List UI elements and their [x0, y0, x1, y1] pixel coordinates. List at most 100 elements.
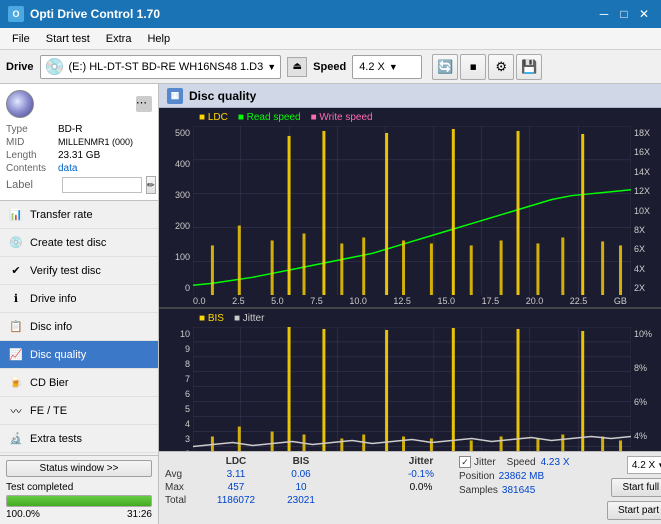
y-right-14x: 14X	[634, 167, 661, 177]
max-label: Max	[165, 482, 201, 493]
avg-jitter: -0.1%	[391, 469, 451, 480]
menu-bar: File Start test Extra Help	[0, 28, 661, 50]
top-chart-svg-area	[193, 126, 631, 295]
position-label: Position	[459, 471, 495, 482]
y-right-2x: 2X	[634, 283, 661, 293]
speed-value: 4.2 X	[359, 61, 385, 73]
sidebar: ⋯ Type BD-R MID MILLENMR1 (000) Length 2…	[0, 84, 159, 524]
jitter-checkbox[interactable]: ✓	[459, 456, 471, 468]
status-area: Status window >> Test completed 100.0% 3…	[0, 455, 158, 524]
stats-row-max: Max 457 10 0.0%	[165, 482, 451, 493]
menu-help[interactable]: Help	[139, 31, 178, 47]
stats-right-controls: 4.2 X ▼ Start full Start part	[607, 456, 661, 520]
disc-quality-icon: 📈	[8, 347, 24, 363]
status-window-button[interactable]: Status window >>	[6, 460, 152, 477]
create-test-disc-icon: 💿	[8, 235, 24, 251]
y-right-4x: 4X	[634, 264, 661, 274]
total-ldc: 1186072	[201, 495, 271, 506]
sidebar-item-extra-tests[interactable]: 🔬 Extra tests	[0, 425, 158, 453]
y-label-500: 500	[159, 128, 190, 138]
y-label-300: 300	[159, 190, 190, 200]
refresh-button[interactable]: 🔄	[432, 54, 458, 80]
col-header-ldc: LDC	[201, 456, 271, 467]
stats-table: LDC BIS Jitter Avg 3.11 0.06 -0.1% Max 4…	[165, 456, 451, 506]
menu-start-test[interactable]: Start test	[38, 31, 98, 47]
drive-selector[interactable]: 💿 (E:) HL-DT-ST BD-RE WH16NS48 1.D3 ▼	[40, 55, 282, 79]
nav-menu: 📊 Transfer rate 💿 Create test disc ✔ Ver…	[0, 201, 158, 455]
dropdown-arrow: ▼	[267, 62, 276, 72]
disc-info-icon: 📋	[8, 319, 24, 335]
legend-write-speed: ■ Write speed	[311, 112, 373, 123]
type-value: BD-R	[58, 124, 82, 135]
speed-dropdown-value: 4.2 X	[632, 460, 655, 471]
maximize-button[interactable]: □	[615, 5, 633, 23]
sidebar-item-create-test-disc[interactable]: 💿 Create test disc	[0, 229, 158, 257]
close-button[interactable]: ✕	[635, 5, 653, 23]
x-label-2-5: 2.5	[232, 296, 245, 306]
status-text: Test completed	[6, 482, 73, 493]
save-button[interactable]: 💾	[516, 54, 542, 80]
sidebar-item-disc-quality[interactable]: 📈 Disc quality	[0, 341, 158, 369]
disc-panel: ⋯ Type BD-R MID MILLENMR1 (000) Length 2…	[0, 84, 158, 201]
sidebar-item-verify-test-disc[interactable]: ✔ Verify test disc	[0, 257, 158, 285]
speed-stat-label: Speed	[507, 457, 536, 468]
label-input[interactable]	[62, 177, 142, 193]
x-label-7-5: 7.5	[310, 296, 323, 306]
total-label: Total	[165, 495, 201, 506]
y-right-16x: 16X	[634, 147, 661, 157]
menu-extra[interactable]: Extra	[98, 31, 140, 47]
speed-stat-value: 4.23 X	[541, 457, 570, 468]
legend-ldc: ■ LDC	[199, 112, 228, 123]
sidebar-item-disc-info[interactable]: 📋 Disc info	[0, 313, 158, 341]
x-label-20: 20.0	[526, 296, 544, 306]
y2-label-10: 10	[159, 329, 190, 339]
sidebar-item-cd-bier[interactable]: 🍺 CD Bier	[0, 369, 158, 397]
label-edit-button[interactable]: ✏	[146, 176, 156, 194]
x-label-0: 0.0	[193, 296, 206, 306]
x-label-22-5: 22.5	[570, 296, 588, 306]
settings-button[interactable]: ⚙	[488, 54, 514, 80]
eject-button[interactable]: ⏏	[287, 57, 307, 77]
bottom-chart-svg	[193, 327, 631, 451]
legend-jitter: ■ Jitter	[234, 313, 265, 324]
speed-dropdown[interactable]: 4.2 X ▼	[627, 456, 661, 474]
y2-label-2: 2	[159, 449, 190, 451]
col-header-jitter-val: Jitter	[391, 456, 451, 467]
top-chart-svg	[193, 126, 631, 295]
stats-middle: ✓ Jitter Speed 4.23 X Position 23862 MB …	[459, 456, 599, 496]
y2-label-8: 8	[159, 359, 190, 369]
mid-value: MILLENMR1 (000)	[58, 137, 133, 147]
sidebar-item-fe-te[interactable]: 〰 FE / TE	[0, 397, 158, 425]
sidebar-item-transfer-rate[interactable]: 📊 Transfer rate	[0, 201, 158, 229]
contents-label: Contents	[6, 163, 58, 174]
speed-selector[interactable]: 4.2 X ▼	[352, 55, 422, 79]
total-bis: 23021	[271, 495, 331, 506]
max-jitter: 0.0%	[391, 482, 451, 493]
menu-file[interactable]: File	[4, 31, 38, 47]
progress-bar	[6, 495, 152, 507]
avg-label: Avg	[165, 469, 201, 480]
bottom-chart-container: ■ BIS ■ Jitter 10 9 8 7 6 5 4 3 2	[159, 309, 661, 451]
y2-right-10pct: 10%	[634, 329, 661, 339]
y2-label-9: 9	[159, 344, 190, 354]
progress-percent: 100.0%	[6, 509, 40, 520]
jitter-label: Jitter	[474, 457, 496, 468]
y2-label-6: 6	[159, 389, 190, 399]
speed-dropdown-arrow: ▼	[389, 62, 398, 72]
disc-icon	[6, 90, 34, 118]
chart-panel-header: ▦ Disc quality	[159, 84, 661, 108]
sidebar-item-drive-info[interactable]: ℹ Drive info	[0, 285, 158, 313]
stats-area: LDC BIS Jitter Avg 3.11 0.06 -0.1% Max 4…	[159, 451, 661, 524]
chart-title: Disc quality	[189, 89, 256, 103]
minimize-button[interactable]: ─	[595, 5, 613, 23]
avg-ldc: 3.11	[201, 469, 271, 480]
drive-value: (E:) HL-DT-ST BD-RE WH16NS48 1.D3	[68, 61, 263, 73]
start-full-button[interactable]: Start full	[611, 478, 661, 497]
app-title: Opti Drive Control 1.70	[30, 7, 160, 21]
start-part-button[interactable]: Start part	[607, 501, 661, 520]
y-right-8x: 8X	[634, 225, 661, 235]
length-value: 23.31 GB	[58, 150, 100, 161]
stats-row-total: Total 1186072 23021	[165, 495, 451, 506]
disc-options-icon[interactable]: ⋯	[136, 96, 152, 112]
stop-button[interactable]: ⏹	[460, 54, 486, 80]
